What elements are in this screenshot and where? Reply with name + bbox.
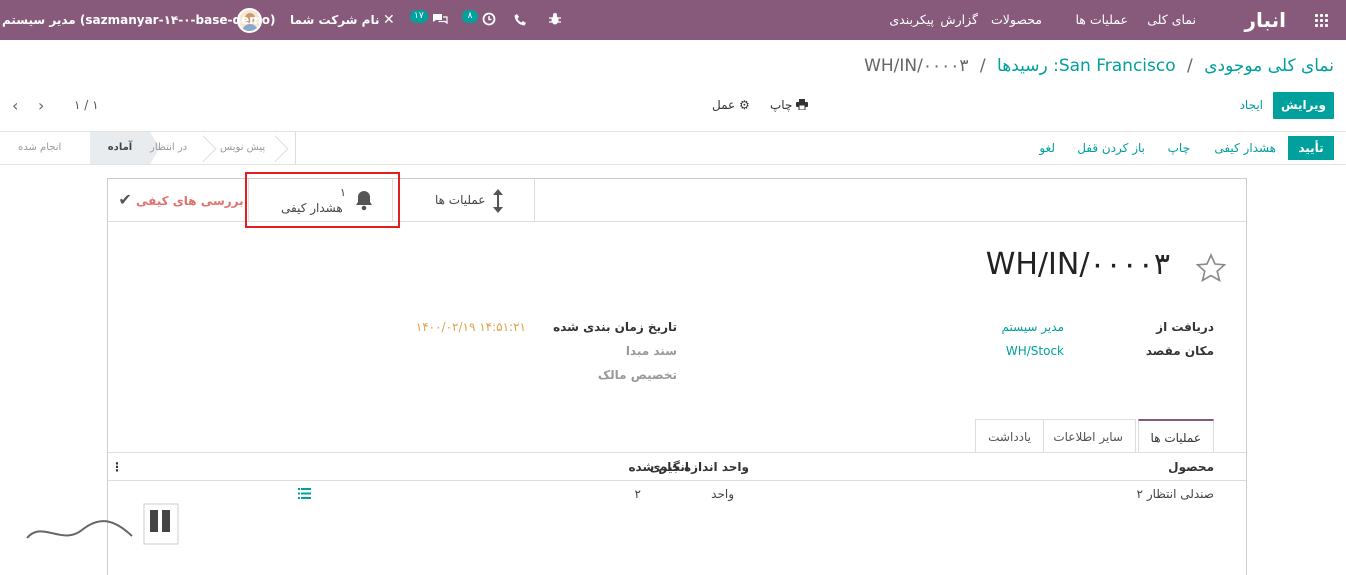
menu-operations[interactable]: عملیات ها	[1075, 0, 1128, 40]
step-end-divider	[295, 132, 296, 164]
source-document-label: سند مبدا	[625, 344, 677, 358]
destination-label: مکان مقصد	[1145, 344, 1214, 358]
destination-value[interactable]: WH/Stock	[1006, 344, 1064, 358]
step-done[interactable]: انجام شده	[18, 132, 61, 164]
breadcrumb: نمای کلی موجودی / San Francisco: رسیدها …	[864, 56, 1334, 76]
row-uom: واحد	[711, 487, 734, 501]
pager-next-icon[interactable]: ›	[38, 92, 44, 119]
form-sheet: ✔ بررسی های کیفی ۱ هشدار کیفی عملیات ها …	[107, 172, 1247, 575]
confirm-button[interactable]: تأیید	[1288, 136, 1334, 160]
print-label: چاپ	[770, 98, 793, 112]
row-product: صندلی انتظار ۲	[1136, 487, 1214, 501]
edit-button[interactable]: ویرایش	[1273, 92, 1334, 119]
step-waiting[interactable]: در انتظار	[150, 132, 187, 164]
breadcrumb-parent[interactable]: San Francisco: رسیدها	[997, 56, 1176, 76]
menu-products[interactable]: محصولات	[991, 0, 1042, 40]
star-icon[interactable]	[1196, 253, 1226, 283]
menu-configuration[interactable]: پیکربندی	[889, 0, 934, 40]
print-button[interactable]: چاپ	[1168, 136, 1190, 160]
print-dropdown[interactable]: چاپ	[770, 92, 809, 119]
activity-clock-icon[interactable]: ۸	[462, 0, 496, 40]
step-ready[interactable]: آماده	[90, 132, 160, 164]
gear-icon: ⚙	[739, 98, 750, 112]
step-divider	[195, 132, 209, 164]
menu-reporting[interactable]: گزارش	[940, 0, 978, 40]
operations-smart-button[interactable]: عملیات ها	[393, 179, 535, 221]
printer-icon	[796, 99, 809, 111]
app-brand[interactable]: انبار	[1244, 0, 1286, 40]
row-done: ۲	[634, 487, 641, 501]
highlight-box	[245, 172, 400, 228]
pager-value[interactable]: ۱ / ۱	[74, 92, 99, 119]
unlock-button[interactable]: باز کردن قفل	[1077, 136, 1145, 160]
breadcrumb-separator: /	[979, 56, 986, 76]
breadcrumb-current: WH/IN/۰۰۰۰۳	[864, 56, 969, 76]
tab-other-info[interactable]: سایر اطلاعات	[1040, 419, 1136, 453]
record-title: WH/IN/۰۰۰۰۳	[985, 247, 1170, 282]
column-options-icon[interactable]: ⋮	[111, 454, 123, 481]
arrows-vertical-icon	[493, 189, 503, 213]
debug-bug-icon[interactable]	[548, 0, 562, 40]
company-switcher[interactable]: نام شرکت شما	[290, 0, 379, 40]
column-product[interactable]: محصول	[1168, 454, 1214, 481]
activity-count-badge: ۸	[462, 10, 478, 23]
breadcrumb-separator: /	[1187, 56, 1193, 76]
quality-checks-label: بررسی های کیفی	[135, 194, 244, 208]
chat-count-badge: ۱۷	[410, 10, 428, 23]
tabs-underline	[108, 452, 1246, 453]
tab-note[interactable]: یادداشت	[975, 419, 1044, 453]
create-button[interactable]: ایجاد	[1240, 92, 1263, 119]
scheduled-date-value[interactable]: ۱۴۰۰/۰۲/۱۹ ۱۴:۵۱:۲۱	[416, 320, 526, 334]
user-menu[interactable]: مدیر سیستم (sazmanyar-۱۴-۰-base-demo)	[2, 0, 275, 40]
menu-overview[interactable]: نمای کلی	[1147, 0, 1196, 40]
step-draft[interactable]: پیش نویس	[220, 132, 265, 164]
table-header: محصول انجام شده واحد اندازه گیری ⋮	[108, 454, 1246, 481]
action-dropdown[interactable]: عمل ⚙	[712, 92, 750, 119]
smart-button-box: ✔ بررسی های کیفی ۱ هشدار کیفی عملیات ها	[108, 172, 1246, 228]
tab-operations[interactable]: عملیات ها	[1137, 419, 1214, 453]
table-row[interactable]: صندلی انتظار ۲ ۲ واحد	[108, 481, 1246, 507]
discuss-chat-icon[interactable]: ۱۷	[410, 0, 448, 40]
cancel-button[interactable]: لغو	[1039, 136, 1055, 160]
phone-icon[interactable]	[514, 0, 527, 40]
breadcrumb-root[interactable]: نمای کلی موجودی	[1204, 56, 1334, 76]
received-from-value[interactable]: مدیر سیستم	[1002, 320, 1065, 334]
apps-menu-icon[interactable]	[1312, 0, 1332, 40]
status-bar: تأیید هشدار کیفی چاپ باز کردن قفل لغو ان…	[0, 131, 1346, 165]
assign-owner-label: تخصیص مالک	[597, 368, 677, 382]
top-navbar: انبار نمای کلی عملیات ها محصولات گزارش پ…	[0, 0, 1346, 40]
step-divider	[267, 132, 281, 164]
quality-alert-button[interactable]: هشدار کیفی	[1214, 136, 1276, 160]
check-icon: ✔	[118, 190, 132, 209]
operations-label: عملیات ها	[435, 193, 486, 207]
tools-icon[interactable]: ✕	[383, 0, 395, 40]
watermark-logo	[22, 500, 182, 552]
detailed-operations-list-icon[interactable]	[298, 481, 311, 507]
received-from-label: دریافت از	[1156, 320, 1214, 334]
quality-checks-button[interactable]: ✔ بررسی های کیفی	[108, 179, 248, 221]
pager-previous-icon[interactable]: ‹	[12, 92, 18, 119]
action-label: عمل	[712, 98, 736, 112]
column-uom[interactable]: واحد اندازه گیری	[649, 454, 749, 481]
scheduled-date-label: تاریخ زمان بندی شده	[553, 320, 677, 334]
